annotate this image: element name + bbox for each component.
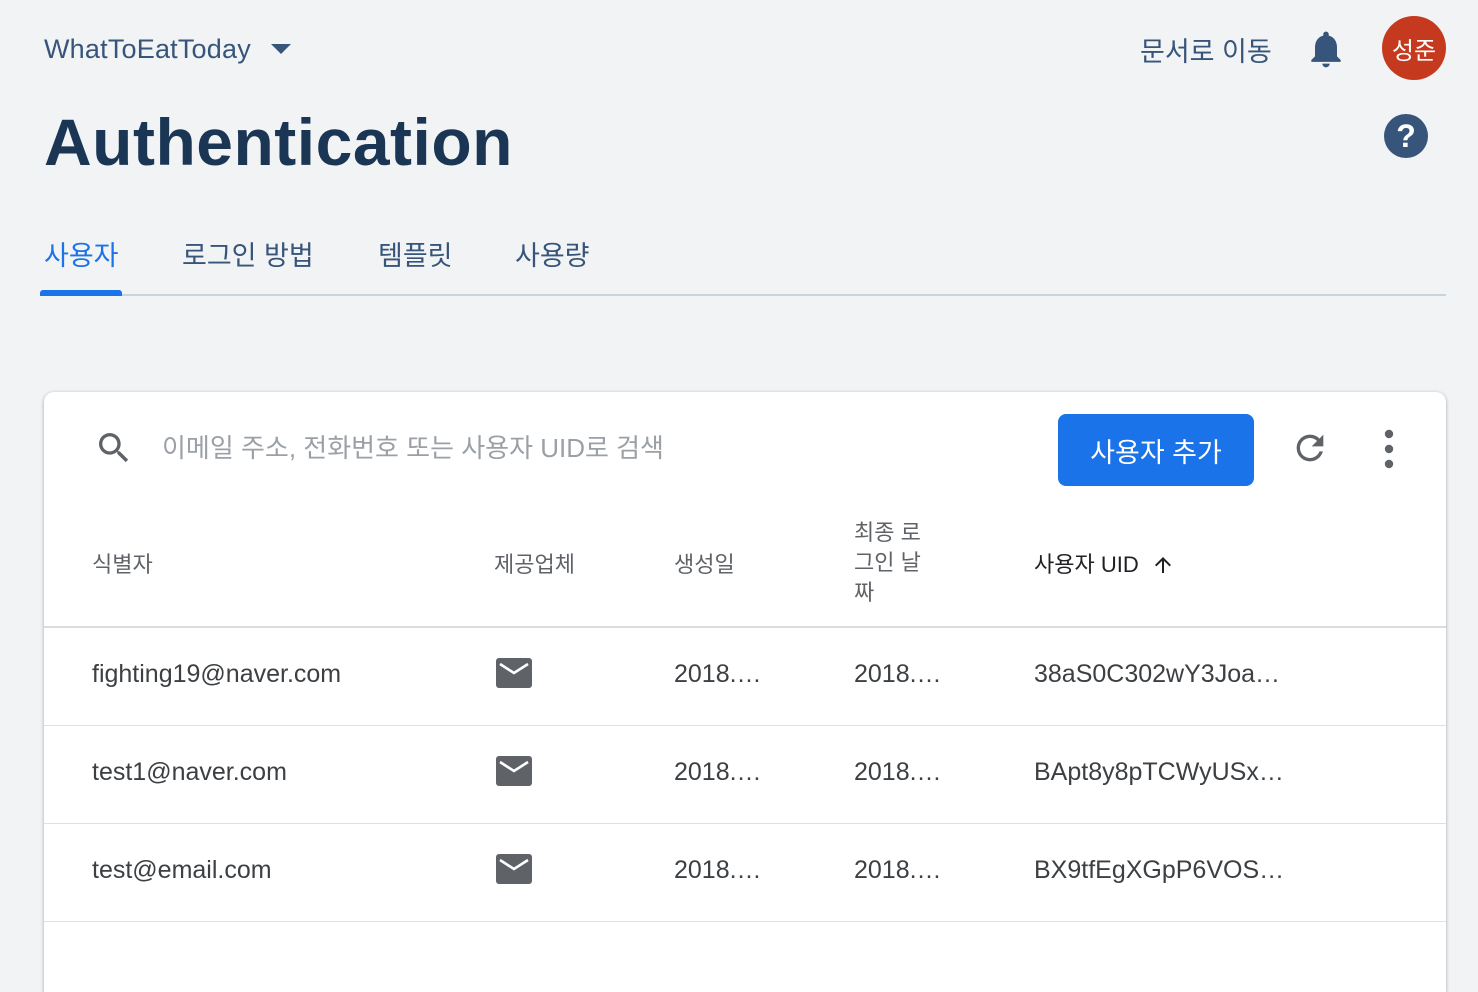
add-user-button[interactable]: 사용자 추가 <box>1058 414 1254 486</box>
tab-templates[interactable]: 템플릿 <box>378 234 453 273</box>
more-vert-icon[interactable] <box>1374 428 1404 470</box>
project-selector[interactable]: WhatToEatToday <box>44 30 291 68</box>
sort-ascending-arrow-icon <box>1154 557 1171 573</box>
help-icon[interactable]: ? <box>1384 114 1428 158</box>
refresh-icon[interactable] <box>1290 428 1330 468</box>
email-provider-icon <box>496 854 532 884</box>
active-tab-indicator <box>40 290 122 296</box>
column-header-created[interactable]: 생성일 <box>674 550 735 580</box>
uid-cell: BApt8y8pTCWyUSx… <box>1034 758 1284 786</box>
identifier-cell: test1@naver.com <box>92 758 287 786</box>
caret-down-icon <box>270 44 291 54</box>
created-cell: 2018.… <box>674 758 762 786</box>
notifications-bell-icon[interactable] <box>1304 26 1348 72</box>
project-name: WhatToEatToday <box>44 33 251 64</box>
column-header-last-login[interactable]: 최종 로 그인 날 짜 <box>854 518 921 608</box>
top-bar: WhatToEatToday 문서로 이동 성준 <box>0 0 1478 96</box>
page-title: Authentication <box>44 105 513 179</box>
column-header-uid[interactable]: 사용자 UID <box>1034 550 1175 580</box>
uid-cell: BX9tfEgXGpP6VOS… <box>1034 856 1285 884</box>
user-avatar[interactable]: 성준 <box>1382 16 1446 80</box>
tab-bar: 사용자 로그인 방법 템플릿 사용량 <box>40 220 1446 296</box>
table-header: 식별자 제공업체 생성일 최종 로 그인 날 짜 사용자 UID <box>44 504 1446 628</box>
tab-usage[interactable]: 사용량 <box>515 234 590 273</box>
tab-sign-in-method[interactable]: 로그인 방법 <box>182 234 314 273</box>
table-row[interactable]: fighting19@naver.com 2018.… 2018.… 38aS0… <box>44 628 1446 726</box>
table-row[interactable]: test@email.com 2018.… 2018.… BX9tfEgXGpP… <box>44 824 1446 922</box>
created-cell: 2018.… <box>674 856 762 884</box>
created-cell: 2018.… <box>674 660 762 688</box>
uid-cell: 38aS0C302wY3Joa… <box>1034 660 1280 688</box>
column-header-last-login-line: 그인 날 <box>854 550 921 575</box>
last-login-cell: 2018.… <box>854 660 942 688</box>
column-header-provider[interactable]: 제공업체 <box>494 550 575 580</box>
column-header-uid-label: 사용자 UID <box>1034 552 1139 577</box>
docs-link[interactable]: 문서로 이동 <box>1140 30 1272 69</box>
search-input[interactable] <box>162 426 922 470</box>
column-header-identifier[interactable]: 식별자 <box>92 550 153 580</box>
column-header-last-login-line: 짜 <box>854 580 875 605</box>
column-header-last-login-line: 최종 로 <box>854 520 921 545</box>
email-provider-icon <box>496 658 532 688</box>
search-icon[interactable] <box>94 428 134 468</box>
last-login-cell: 2018.… <box>854 758 942 786</box>
identifier-cell: fighting19@naver.com <box>92 660 342 688</box>
table-row[interactable]: test1@naver.com 2018.… 2018.… BApt8y8pTC… <box>44 726 1446 824</box>
identifier-cell: test@email.com <box>92 856 272 884</box>
last-login-cell: 2018.… <box>854 856 942 884</box>
users-card: 사용자 추가 식별자 제공업체 생성일 최종 로 그인 날 짜 사용자 UID <box>44 392 1446 992</box>
email-provider-icon <box>496 756 532 786</box>
tab-users[interactable]: 사용자 <box>44 234 119 273</box>
